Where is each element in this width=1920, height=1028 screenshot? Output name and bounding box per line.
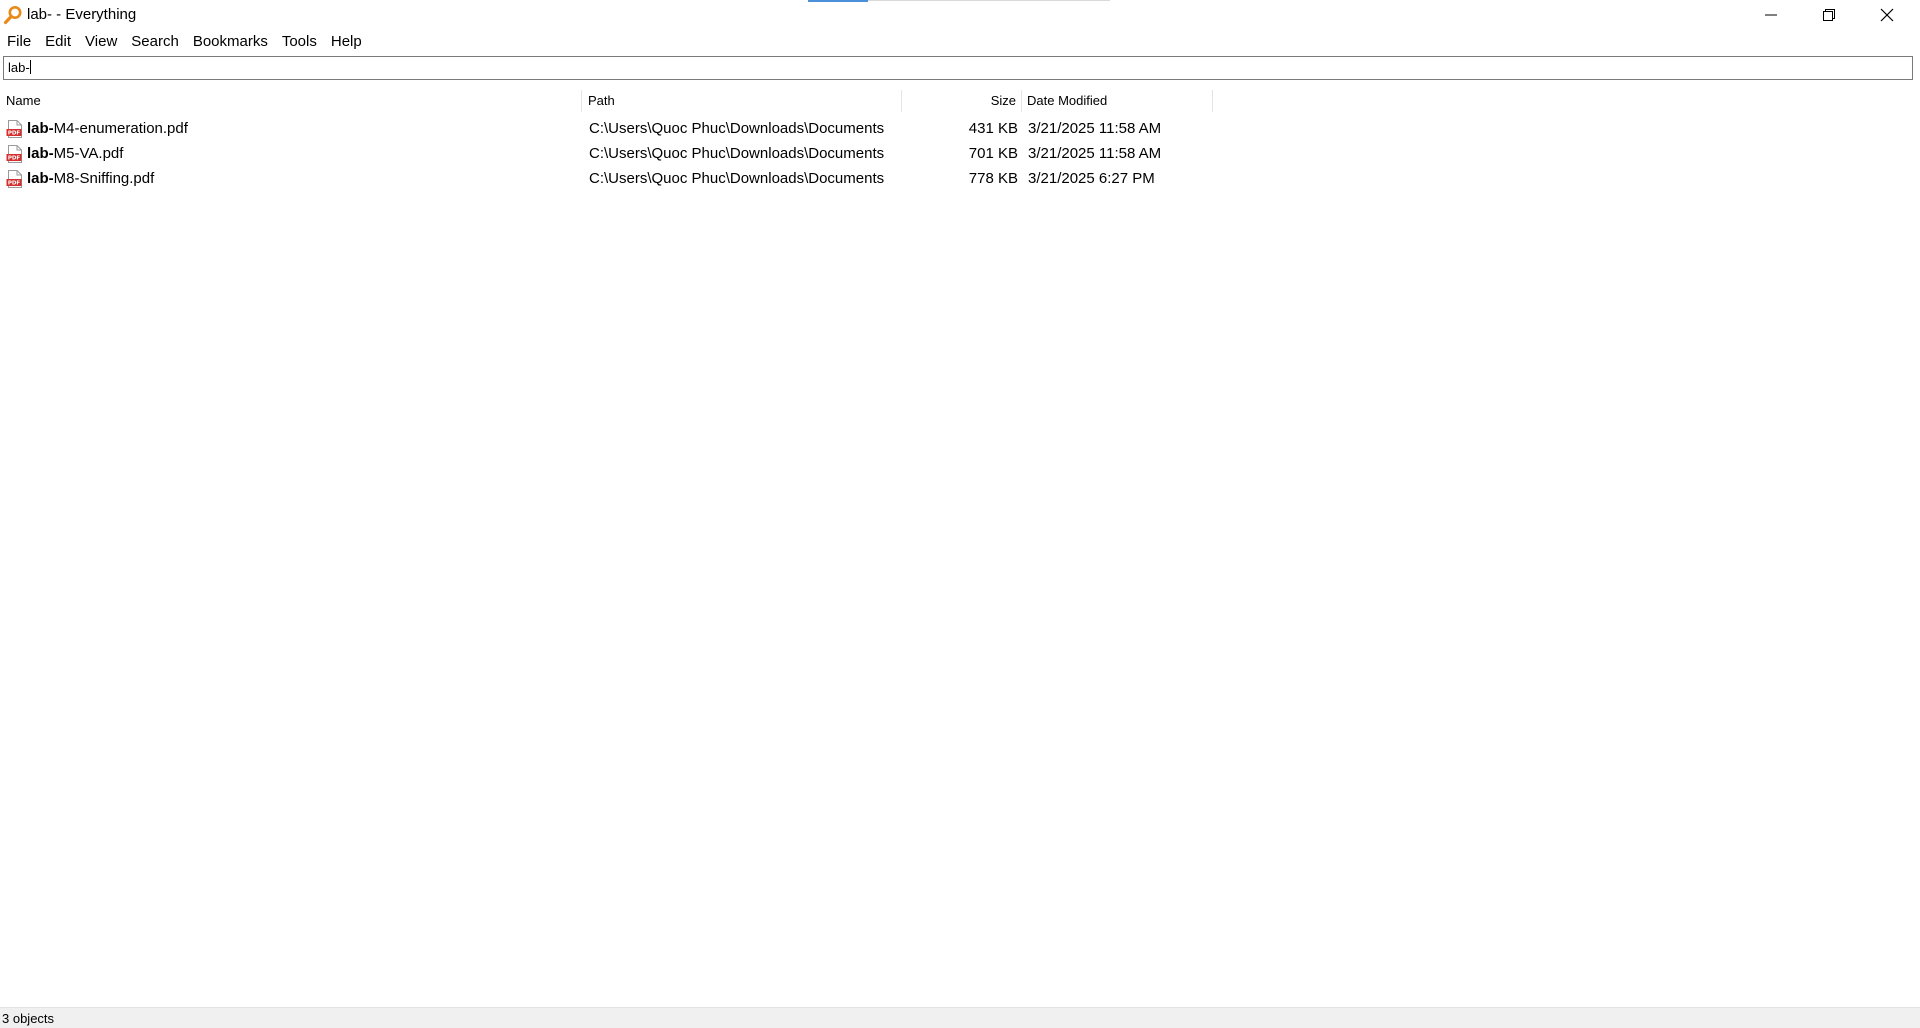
name-rest: M5-VA.pdf — [53, 145, 124, 162]
restore-button[interactable] — [1800, 0, 1858, 30]
pdf-file-icon: PDF — [6, 170, 23, 188]
restore-icon — [1822, 8, 1836, 22]
column-header-size[interactable]: Size — [900, 89, 1016, 113]
name-rest: M4-enumeration.pdf — [53, 120, 188, 137]
file-size: 701 KB — [968, 145, 1018, 162]
table-row[interactable]: PDF lab-M4-enumeration.pdf C:\Users\Quoc… — [0, 116, 1920, 141]
file-name: lab-M4-enumeration.pdf — [27, 116, 188, 141]
search-value: lab- — [8, 60, 30, 75]
file-size: 778 KB — [968, 170, 1018, 187]
menu-search[interactable]: Search — [124, 31, 186, 52]
accent-strip — [808, 0, 868, 2]
file-name: lab-M8-Sniffing.pdf — [27, 166, 154, 191]
column-separator[interactable] — [581, 90, 582, 112]
column-header-row: Name Path Size Date Modified — [0, 89, 1920, 113]
menu-tools[interactable]: Tools — [275, 31, 324, 52]
menu-file[interactable]: File — [0, 31, 38, 52]
svg-text:PDF: PDF — [8, 181, 21, 187]
file-date-modified: 3/21/2025 11:58 AM — [1028, 145, 1162, 162]
pdf-file-icon: PDF — [6, 145, 23, 163]
file-path: C:\Users\Quoc Phuc\Downloads\Documents — [589, 170, 885, 187]
name-rest: M8-Sniffing.pdf — [53, 170, 155, 187]
name-match: lab- — [27, 170, 54, 187]
minimize-icon — [1765, 9, 1777, 21]
status-bar: 3 objects — [0, 1007, 1920, 1028]
name-match: lab- — [27, 120, 54, 137]
svg-text:PDF: PDF — [8, 156, 21, 162]
menu-edit[interactable]: Edit — [38, 31, 78, 52]
file-date-modified: 3/21/2025 11:58 AM — [1028, 120, 1162, 137]
close-button[interactable] — [1858, 0, 1916, 30]
file-name: lab-M5-VA.pdf — [27, 141, 123, 166]
magnifier-icon[interactable] — [3, 5, 23, 25]
name-match: lab- — [27, 145, 54, 162]
table-row[interactable]: PDF lab-M5-VA.pdf C:\Users\Quoc Phuc\Dow… — [0, 141, 1920, 166]
column-header-name[interactable]: Name — [6, 89, 41, 113]
file-path: C:\Users\Quoc Phuc\Downloads\Documents — [589, 120, 885, 137]
column-header-date-modified[interactable]: Date Modified — [1027, 89, 1107, 113]
results-list: PDF lab-M4-enumeration.pdf C:\Users\Quoc… — [0, 116, 1920, 191]
svg-text:PDF: PDF — [8, 131, 21, 137]
pdf-file-icon: PDF — [6, 120, 23, 138]
file-date-modified: 3/21/2025 6:27 PM — [1028, 170, 1155, 187]
minimize-button[interactable] — [1742, 0, 1800, 30]
column-separator[interactable] — [1212, 90, 1213, 112]
menu-view[interactable]: View — [78, 31, 124, 52]
column-separator[interactable] — [1021, 90, 1022, 112]
title-divider — [868, 0, 1110, 1]
text-caret — [29, 60, 31, 74]
file-path: C:\Users\Quoc Phuc\Downloads\Documents — [589, 145, 885, 162]
menu-bookmarks[interactable]: Bookmarks — [186, 31, 275, 52]
menu-help[interactable]: Help — [324, 31, 369, 52]
column-header-path[interactable]: Path — [588, 89, 615, 113]
title-bar[interactable]: lab- - Everything — [0, 0, 1920, 30]
search-input[interactable]: lab- — [3, 56, 1913, 80]
menu-bar: File Edit View Search Bookmarks Tools He… — [0, 31, 369, 52]
close-icon — [1880, 8, 1894, 22]
table-row[interactable]: PDF lab-M8-Sniffing.pdf C:\Users\Quoc Ph… — [0, 166, 1920, 191]
object-count: 3 objects — [2, 1011, 55, 1026]
window-title: lab- - Everything — [27, 6, 137, 23]
file-size: 431 KB — [968, 120, 1018, 137]
